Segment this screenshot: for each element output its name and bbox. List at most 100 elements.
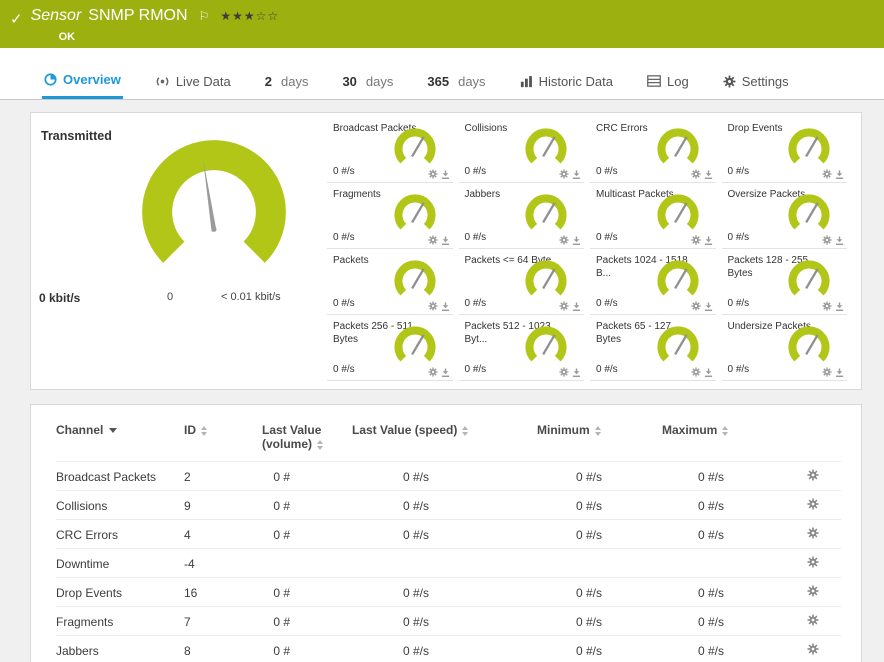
sort-arrows-icon [594, 425, 601, 436]
download-icon[interactable] [704, 169, 713, 179]
download-icon[interactable] [441, 235, 450, 245]
channel-name-cell[interactable]: Broadcast Packets [56, 461, 184, 491]
channel-mini-gauge[interactable]: Packets 0 #/s [327, 249, 453, 315]
channel-name-cell[interactable]: Drop Events [56, 577, 184, 607]
col-header-id[interactable]: ID [184, 409, 262, 462]
tab-365-days[interactable]: 365 days [425, 63, 487, 99]
overview-icon [44, 73, 57, 86]
priority-stars[interactable]: ★★★☆☆ [220, 9, 279, 23]
status-ok-check-icon: ✓ [10, 11, 23, 28]
channel-mini-gauge[interactable]: CRC Errors 0 #/s [590, 117, 716, 183]
channel-settings-gear-icon[interactable] [690, 367, 701, 377]
col-header-minimum[interactable]: Minimum [537, 409, 662, 462]
download-icon[interactable] [835, 301, 844, 311]
channel-mini-gauge[interactable]: Packets 128 - 255 Bytes 0 #/s [721, 249, 847, 315]
main-gauge-label: Transmitted [41, 129, 112, 143]
download-icon[interactable] [704, 235, 713, 245]
main-gauge[interactable]: Transmitted 0 kbit/s 0 < 0.01 kbit/s [31, 113, 321, 389]
channel-mini-gauge[interactable]: Packets 65 - 127 Bytes 0 #/s [590, 315, 716, 381]
channel-settings-gear-icon[interactable] [690, 235, 701, 245]
tab-log[interactable]: Log [645, 63, 691, 99]
flag-icon[interactable]: ⚐ [199, 9, 210, 23]
channel-name-cell[interactable]: Fragments [56, 606, 184, 636]
channel-mini-gauge[interactable]: Jabbers 0 #/s [458, 183, 584, 249]
channel-settings-gear-icon[interactable] [822, 301, 832, 311]
channel-mini-gauge[interactable]: Drop Events 0 #/s [721, 117, 847, 183]
channel-table-row: CRC Errors 4 0 # 0 #/s 0 #/s 0 #/s [56, 519, 841, 549]
status-badge: OK [58, 31, 76, 43]
channel-settings-gear-icon[interactable] [427, 235, 438, 245]
mini-gauge-value: 0 #/s [727, 364, 750, 375]
download-icon[interactable] [572, 367, 581, 377]
channel-settings-gear-icon[interactable] [807, 498, 819, 510]
channel-name-cell[interactable]: Downtime [56, 548, 184, 578]
mini-gauge-actions [427, 367, 450, 377]
last-value-speed-cell: 0 #/s [352, 635, 537, 662]
col-header-last-value-volume[interactable]: Last Value (volume) [262, 409, 352, 462]
channel-settings-gear-icon[interactable] [807, 585, 819, 597]
tab-number: 365 [427, 73, 450, 89]
channel-mini-gauge[interactable]: Undersize Packets 0 #/s [721, 315, 847, 381]
channel-mini-gauge[interactable]: Packets <= 64 Byte 0 #/s [458, 249, 584, 315]
channel-table: Channel ID Last Value (volume) Last Valu… [56, 409, 841, 662]
channel-settings-gear-icon[interactable] [427, 301, 438, 311]
download-icon[interactable] [441, 301, 450, 311]
channel-settings-gear-icon[interactable] [690, 169, 701, 179]
col-header-maximum[interactable]: Maximum [662, 409, 784, 462]
channel-settings-gear-icon[interactable] [807, 643, 819, 655]
channel-settings-gear-icon[interactable] [822, 169, 832, 179]
download-icon[interactable] [704, 301, 713, 311]
channel-mini-gauge[interactable]: Packets 1024 - 1518 B... 0 #/s [590, 249, 716, 315]
mini-gauge-dial [656, 260, 699, 296]
maximum-cell [662, 548, 784, 578]
download-icon[interactable] [704, 367, 713, 377]
channel-mini-gauge[interactable]: Packets 512 - 1023 Byt... 0 #/s [458, 315, 584, 381]
channel-settings-gear-icon[interactable] [559, 301, 569, 311]
download-icon[interactable] [572, 301, 581, 311]
tab-overview[interactable]: Overview [42, 63, 123, 99]
channel-name-cell[interactable]: Collisions [56, 490, 184, 520]
download-icon[interactable] [572, 169, 581, 179]
channel-settings-gear-icon[interactable] [559, 367, 569, 377]
download-icon[interactable] [572, 235, 581, 245]
channel-settings-gear-icon[interactable] [807, 527, 819, 539]
tab-unit: days [280, 73, 309, 89]
channel-settings-gear-icon[interactable] [427, 169, 438, 179]
download-icon[interactable] [441, 367, 450, 377]
channel-name-cell[interactable]: CRC Errors [56, 519, 184, 549]
download-icon[interactable] [835, 169, 844, 179]
tab-historic-data[interactable]: Historic Data [518, 63, 615, 99]
log-icon [647, 75, 661, 87]
channel-settings-gear-icon[interactable] [559, 169, 569, 179]
channel-name-cell[interactable]: Jabbers [56, 635, 184, 662]
last-value-volume-cell: 0 # [262, 606, 352, 636]
tab-2-days[interactable]: 2 days [263, 63, 311, 99]
channel-mini-gauge[interactable]: Oversize Packets 0 #/s [721, 183, 847, 249]
channel-settings-gear-icon[interactable] [822, 367, 832, 377]
channel-settings-gear-icon[interactable] [807, 556, 819, 568]
download-icon[interactable] [835, 367, 844, 377]
download-icon[interactable] [835, 235, 844, 245]
channel-settings-gear-icon[interactable] [690, 301, 701, 311]
channel-mini-gauge[interactable]: Fragments 0 #/s [327, 183, 453, 249]
channel-settings-gear-icon[interactable] [807, 614, 819, 626]
channel-mini-gauge[interactable]: Collisions 0 #/s [458, 117, 584, 183]
tab-settings[interactable]: Settings [721, 63, 791, 99]
channel-mini-gauge[interactable]: Packets 256 - 511 Bytes 0 #/s [327, 315, 453, 381]
channel-settings-gear-icon[interactable] [807, 469, 819, 481]
col-header-channel[interactable]: Channel [56, 409, 184, 462]
channel-mini-gauge[interactable]: Broadcast Packets 0 #/s [327, 117, 453, 183]
col-header-last-value-speed[interactable]: Last Value (speed) [352, 409, 537, 462]
main-gauge-dial [142, 140, 286, 263]
mini-gauge-value: 0 #/s [727, 232, 750, 243]
tab-live-data[interactable]: Live Data [153, 63, 233, 99]
channel-settings-gear-icon[interactable] [559, 235, 569, 245]
channel-mini-gauge[interactable]: Multicast Packets 0 #/s [590, 183, 716, 249]
table-header-row: Channel ID Last Value (volume) Last Valu… [56, 409, 841, 462]
minimum-cell: 0 #/s [537, 490, 662, 520]
channel-settings-gear-icon[interactable] [822, 235, 832, 245]
channel-settings-gear-icon[interactable] [427, 367, 438, 377]
download-icon[interactable] [441, 169, 450, 179]
mini-gauge-dial [656, 326, 699, 362]
tab-30-days[interactable]: 30 days [340, 63, 395, 99]
